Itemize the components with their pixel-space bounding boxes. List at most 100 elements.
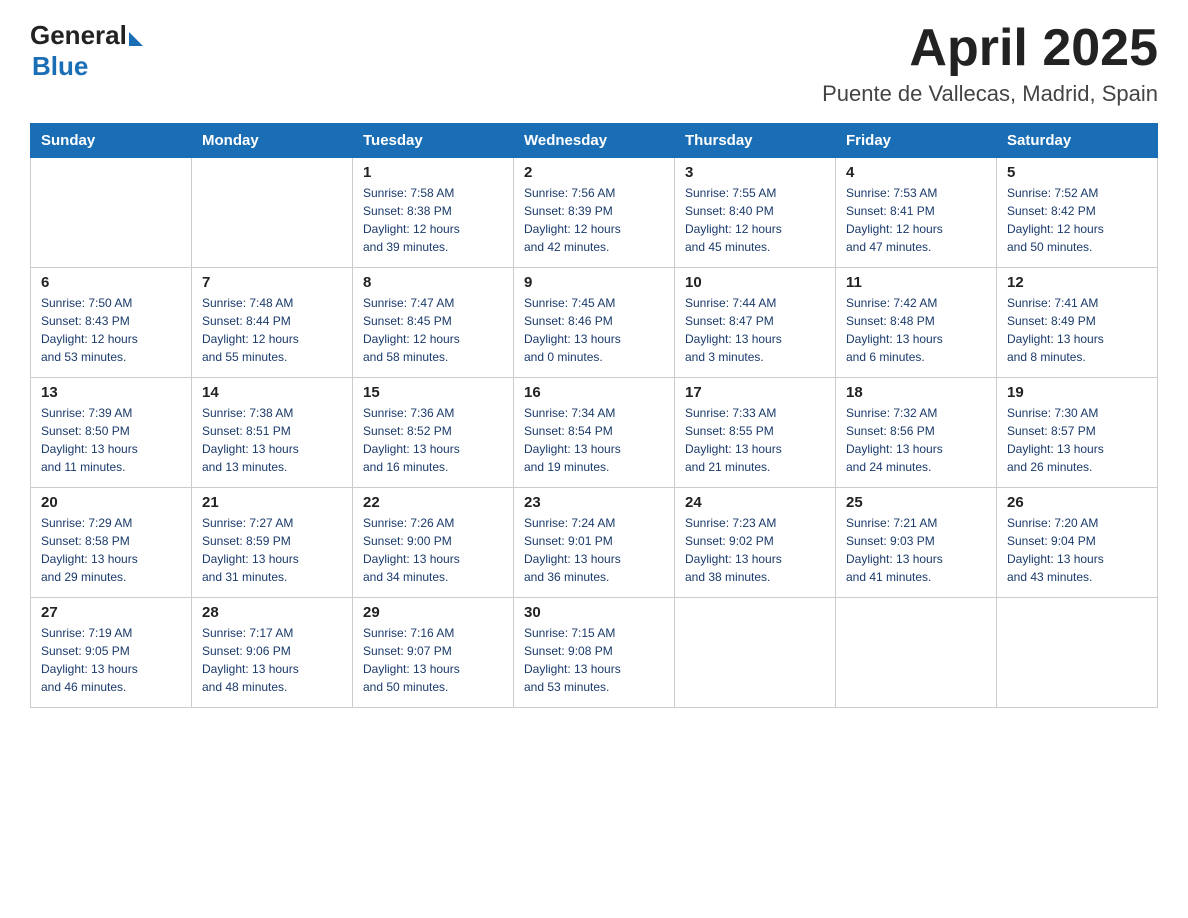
calendar-cell-5-1: 27Sunrise: 7:19 AM Sunset: 9:05 PM Dayli… bbox=[31, 598, 192, 708]
calendar-table: SundayMondayTuesdayWednesdayThursdayFrid… bbox=[30, 123, 1158, 708]
calendar-cell-3-2: 14Sunrise: 7:38 AM Sunset: 8:51 PM Dayli… bbox=[192, 378, 353, 488]
col-header-tuesday: Tuesday bbox=[353, 124, 514, 158]
day-detail: Sunrise: 7:24 AM Sunset: 9:01 PM Dayligh… bbox=[524, 514, 664, 586]
col-header-sunday: Sunday bbox=[31, 124, 192, 158]
day-detail: Sunrise: 7:16 AM Sunset: 9:07 PM Dayligh… bbox=[363, 624, 503, 696]
logo: General Blue bbox=[30, 20, 143, 82]
day-number: 13 bbox=[41, 384, 181, 401]
day-number: 28 bbox=[202, 604, 342, 621]
day-detail: Sunrise: 7:58 AM Sunset: 8:38 PM Dayligh… bbox=[363, 184, 503, 256]
day-number: 25 bbox=[846, 494, 986, 511]
day-number: 20 bbox=[41, 494, 181, 511]
day-detail: Sunrise: 7:42 AM Sunset: 8:48 PM Dayligh… bbox=[846, 294, 986, 366]
calendar-cell-4-6: 25 Sunrise: 7:21 AM Sunset: 9:03 PM Dayli… bbox=[836, 488, 997, 598]
calendar-week-2: 6 Sunrise: 7:50 AM Sunset: 8:43 PM Daylig… bbox=[31, 268, 1158, 378]
day-detail: Sunrise: 7:19 AM Sunset: 9:05 PM Dayligh… bbox=[41, 624, 181, 696]
month-title: April 2025 bbox=[822, 20, 1158, 77]
title-block: April 2025 Puente de Vallecas, Madrid, S… bbox=[822, 20, 1158, 107]
day-number: 11 bbox=[846, 274, 986, 291]
day-detail: Sunrise: 7:33 AM Sunset: 8:55 PM Dayligh… bbox=[685, 404, 825, 476]
calendar-cell-3-3: 15 Sunrise: 7:36 AM Sunset: 8:52 PM Dayli… bbox=[353, 378, 514, 488]
day-number: 2 bbox=[524, 164, 664, 181]
calendar-cell-3-7: 19Sunrise: 7:30 AM Sunset: 8:57 PM Dayli… bbox=[997, 378, 1158, 488]
calendar-cell-3-6: 18 Sunrise: 7:32 AM Sunset: 8:56 PM Dayli… bbox=[836, 378, 997, 488]
day-detail: Sunrise: 7:44 AM Sunset: 8:47 PM Dayligh… bbox=[685, 294, 825, 366]
day-number: 1 bbox=[363, 164, 503, 181]
day-detail: Sunrise: 7:17 AM Sunset: 9:06 PM Dayligh… bbox=[202, 624, 342, 696]
calendar-cell-1-2 bbox=[192, 158, 353, 268]
day-number: 3 bbox=[685, 164, 825, 181]
day-detail: Sunrise: 7:20 AM Sunset: 9:04 PM Dayligh… bbox=[1007, 514, 1147, 586]
location-title: Puente de Vallecas, Madrid, Spain bbox=[822, 81, 1158, 107]
day-detail: Sunrise: 7:29 AM Sunset: 8:58 PM Dayligh… bbox=[41, 514, 181, 586]
calendar-week-1: 1 Sunrise: 7:58 AM Sunset: 8:38 PM Daylig… bbox=[31, 158, 1158, 268]
day-detail: Sunrise: 7:56 AM Sunset: 8:39 PM Dayligh… bbox=[524, 184, 664, 256]
day-detail: Sunrise: 7:27 AM Sunset: 8:59 PM Dayligh… bbox=[202, 514, 342, 586]
day-detail: Sunrise: 7:53 AM Sunset: 8:41 PM Dayligh… bbox=[846, 184, 986, 256]
day-number: 22 bbox=[363, 494, 503, 511]
day-number: 16 bbox=[524, 384, 664, 401]
calendar-cell-1-3: 1 Sunrise: 7:58 AM Sunset: 8:38 PM Daylig… bbox=[353, 158, 514, 268]
day-number: 9 bbox=[524, 274, 664, 291]
day-detail: Sunrise: 7:36 AM Sunset: 8:52 PM Dayligh… bbox=[363, 404, 503, 476]
day-number: 4 bbox=[846, 164, 986, 181]
calendar-cell-4-5: 24Sunrise: 7:23 AM Sunset: 9:02 PM Dayli… bbox=[675, 488, 836, 598]
day-number: 6 bbox=[41, 274, 181, 291]
calendar-cell-4-3: 22 Sunrise: 7:26 AM Sunset: 9:00 PM Dayli… bbox=[353, 488, 514, 598]
col-header-friday: Friday bbox=[836, 124, 997, 158]
calendar-cell-5-7 bbox=[997, 598, 1158, 708]
day-detail: Sunrise: 7:47 AM Sunset: 8:45 PM Dayligh… bbox=[363, 294, 503, 366]
calendar-cell-5-6 bbox=[836, 598, 997, 708]
day-number: 7 bbox=[202, 274, 342, 291]
day-detail: Sunrise: 7:26 AM Sunset: 9:00 PM Dayligh… bbox=[363, 514, 503, 586]
day-number: 23 bbox=[524, 494, 664, 511]
day-number: 18 bbox=[846, 384, 986, 401]
day-detail: Sunrise: 7:50 AM Sunset: 8:43 PM Dayligh… bbox=[41, 294, 181, 366]
calendar-cell-1-1 bbox=[31, 158, 192, 268]
day-detail: Sunrise: 7:45 AM Sunset: 8:46 PM Dayligh… bbox=[524, 294, 664, 366]
day-detail: Sunrise: 7:48 AM Sunset: 8:44 PM Dayligh… bbox=[202, 294, 342, 366]
calendar-week-4: 20 Sunrise: 7:29 AM Sunset: 8:58 PM Dayli… bbox=[31, 488, 1158, 598]
day-detail: Sunrise: 7:34 AM Sunset: 8:54 PM Dayligh… bbox=[524, 404, 664, 476]
calendar-week-5: 27Sunrise: 7:19 AM Sunset: 9:05 PM Dayli… bbox=[31, 598, 1158, 708]
logo-blue-text: Blue bbox=[32, 51, 88, 82]
day-number: 19 bbox=[1007, 384, 1147, 401]
day-number: 15 bbox=[363, 384, 503, 401]
calendar-cell-4-2: 21 Sunrise: 7:27 AM Sunset: 8:59 PM Dayli… bbox=[192, 488, 353, 598]
day-number: 10 bbox=[685, 274, 825, 291]
calendar-cell-1-6: 4 Sunrise: 7:53 AM Sunset: 8:41 PM Daylig… bbox=[836, 158, 997, 268]
calendar-cell-4-1: 20 Sunrise: 7:29 AM Sunset: 8:58 PM Dayli… bbox=[31, 488, 192, 598]
day-number: 26 bbox=[1007, 494, 1147, 511]
calendar-cell-3-4: 16 Sunrise: 7:34 AM Sunset: 8:54 PM Dayli… bbox=[514, 378, 675, 488]
calendar-cell-1-5: 3Sunrise: 7:55 AM Sunset: 8:40 PM Daylig… bbox=[675, 158, 836, 268]
day-detail: Sunrise: 7:21 AM Sunset: 9:03 PM Dayligh… bbox=[846, 514, 986, 586]
day-number: 30 bbox=[524, 604, 664, 621]
day-detail: Sunrise: 7:23 AM Sunset: 9:02 PM Dayligh… bbox=[685, 514, 825, 586]
day-number: 5 bbox=[1007, 164, 1147, 181]
day-number: 29 bbox=[363, 604, 503, 621]
calendar-cell-2-7: 12Sunrise: 7:41 AM Sunset: 8:49 PM Dayli… bbox=[997, 268, 1158, 378]
calendar-cell-1-4: 2 Sunrise: 7:56 AM Sunset: 8:39 PM Daylig… bbox=[514, 158, 675, 268]
day-number: 21 bbox=[202, 494, 342, 511]
calendar-cell-3-1: 13 Sunrise: 7:39 AM Sunset: 8:50 PM Dayli… bbox=[31, 378, 192, 488]
page-header: General Blue April 2025 Puente de Vallec… bbox=[30, 20, 1158, 107]
col-header-monday: Monday bbox=[192, 124, 353, 158]
logo-general-text: General bbox=[30, 20, 127, 51]
calendar-cell-4-4: 23 Sunrise: 7:24 AM Sunset: 9:01 PM Dayli… bbox=[514, 488, 675, 598]
col-header-saturday: Saturday bbox=[997, 124, 1158, 158]
day-detail: Sunrise: 7:38 AM Sunset: 8:51 PM Dayligh… bbox=[202, 404, 342, 476]
day-number: 8 bbox=[363, 274, 503, 291]
calendar-cell-1-7: 5 Sunrise: 7:52 AM Sunset: 8:42 PM Daylig… bbox=[997, 158, 1158, 268]
calendar-cell-2-6: 11 Sunrise: 7:42 AM Sunset: 8:48 PM Dayli… bbox=[836, 268, 997, 378]
calendar-cell-5-3: 29 Sunrise: 7:16 AM Sunset: 9:07 PM Dayli… bbox=[353, 598, 514, 708]
day-number: 17 bbox=[685, 384, 825, 401]
calendar-header-row: SundayMondayTuesdayWednesdayThursdayFrid… bbox=[31, 124, 1158, 158]
day-detail: Sunrise: 7:52 AM Sunset: 8:42 PM Dayligh… bbox=[1007, 184, 1147, 256]
day-detail: Sunrise: 7:15 AM Sunset: 9:08 PM Dayligh… bbox=[524, 624, 664, 696]
day-detail: Sunrise: 7:32 AM Sunset: 8:56 PM Dayligh… bbox=[846, 404, 986, 476]
calendar-cell-5-2: 28 Sunrise: 7:17 AM Sunset: 9:06 PM Dayli… bbox=[192, 598, 353, 708]
calendar-cell-2-3: 8 Sunrise: 7:47 AM Sunset: 8:45 PM Daylig… bbox=[353, 268, 514, 378]
calendar-week-3: 13 Sunrise: 7:39 AM Sunset: 8:50 PM Dayli… bbox=[31, 378, 1158, 488]
col-header-wednesday: Wednesday bbox=[514, 124, 675, 158]
day-detail: Sunrise: 7:39 AM Sunset: 8:50 PM Dayligh… bbox=[41, 404, 181, 476]
